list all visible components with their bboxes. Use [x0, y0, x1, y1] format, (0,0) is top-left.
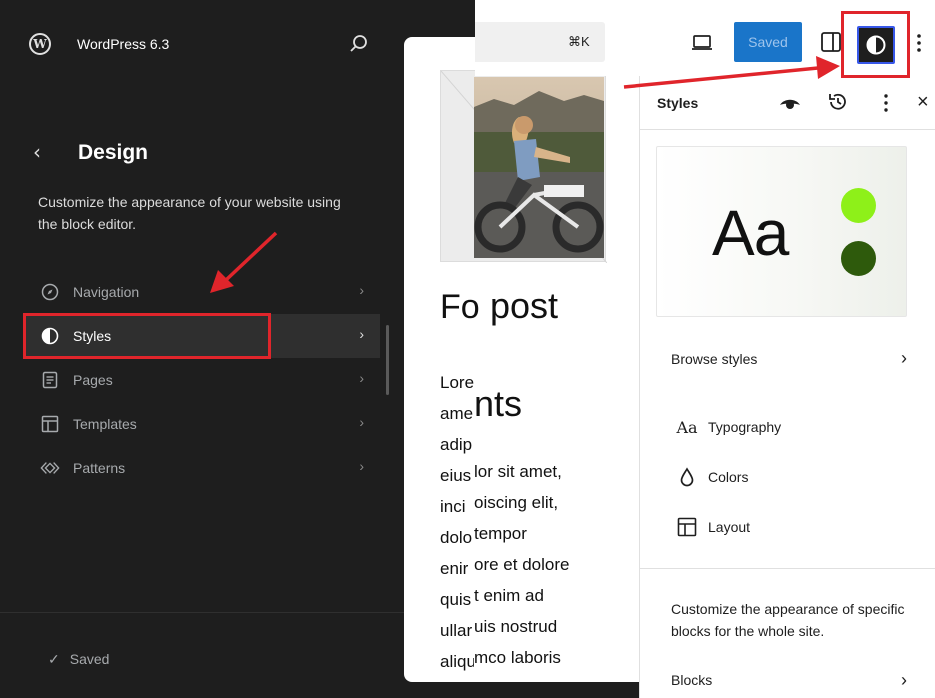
annotation-arrow-icon [210, 231, 278, 293]
annotation-arrow-icon [623, 56, 840, 89]
annotation-arrows [210, 56, 840, 293]
